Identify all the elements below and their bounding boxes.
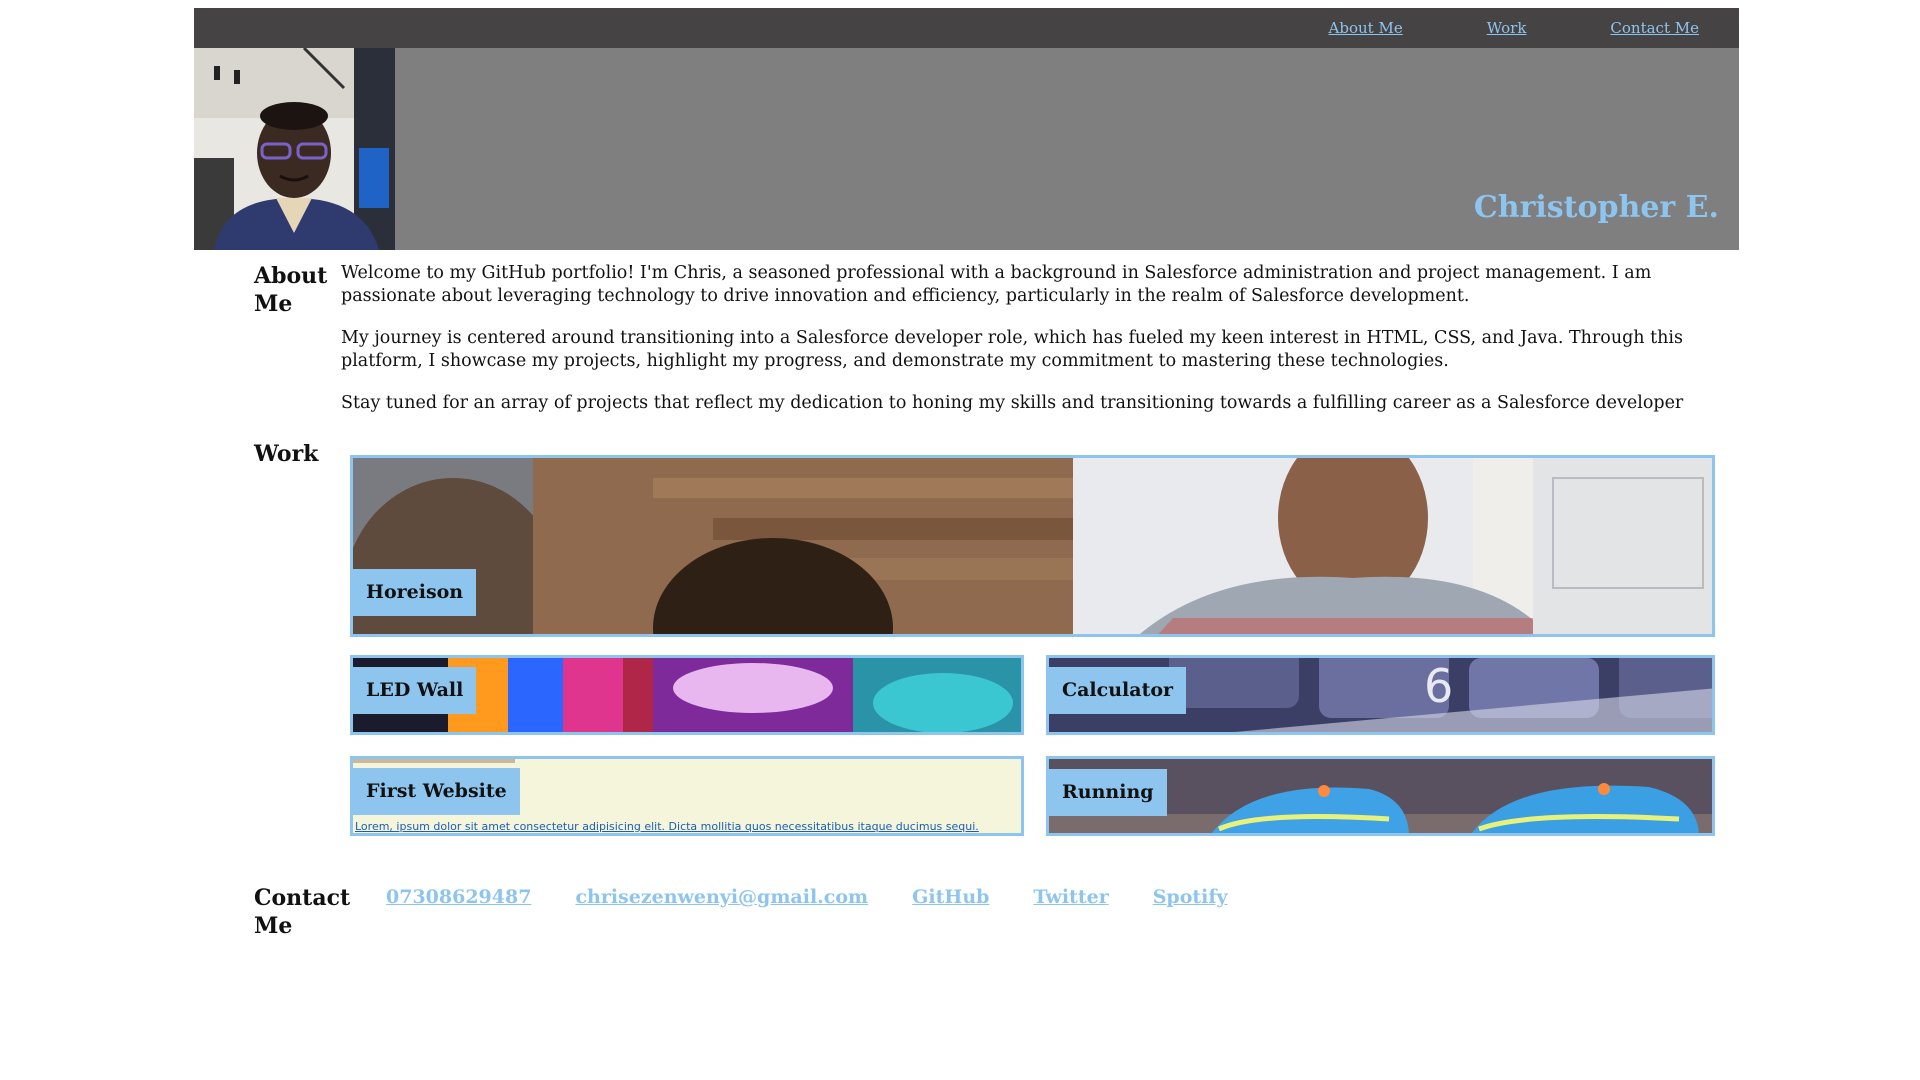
- project-card-horeison[interactable]: Horeison: [350, 455, 1715, 637]
- project-card-led-wall[interactable]: LED Wall: [350, 655, 1024, 735]
- project-image-horeison: [353, 458, 1712, 634]
- about-paragraph-1: Welcome to my GitHub portfolio! I'm Chri…: [341, 263, 1652, 306]
- about-body: Welcome to my GitHub portfolio! I'm Chri…: [341, 262, 1701, 434]
- project-label-led-wall: LED Wall: [353, 667, 477, 714]
- contact-links: 07308629487 chrisezenwenyi@gmail.com Git…: [386, 886, 1228, 908]
- contact-title: Contact Me: [254, 885, 351, 939]
- about-title: About Me: [254, 263, 328, 317]
- nav-link-work[interactable]: Work: [1487, 19, 1527, 37]
- nav-link-about[interactable]: About Me: [1329, 19, 1403, 37]
- project-card-calculator[interactable]: 6 Calculator: [1046, 655, 1715, 735]
- about-paragraph-2: My journey is centered around transition…: [341, 328, 1684, 371]
- project-label-calculator: Calculator: [1049, 667, 1187, 714]
- project-caption-first-website[interactable]: Lorem, ipsum dolor sit amet consectetur …: [355, 820, 979, 833]
- contact-twitter-link[interactable]: Twitter: [1033, 886, 1108, 908]
- svg-text:6: 6: [1424, 659, 1453, 713]
- project-card-running[interactable]: Running: [1046, 756, 1715, 836]
- project-label-horeison: Horeison: [353, 569, 477, 616]
- top-nav: About Me Work Contact Me: [194, 8, 1739, 48]
- project-label-first-website: First Website: [353, 768, 520, 815]
- about-paragraph-3: Stay tuned for an array of projects that…: [341, 393, 1684, 413]
- contact-phone-link[interactable]: 07308629487: [386, 886, 531, 908]
- page: About Me Work Contact Me Christopher E.: [194, 8, 1739, 250]
- nav-link-contact[interactable]: Contact Me: [1610, 19, 1699, 37]
- work-title: Work: [254, 441, 319, 467]
- project-label-running: Running: [1049, 769, 1167, 816]
- hero-banner: Christopher E.: [194, 48, 1739, 250]
- profile-photo: [194, 48, 395, 250]
- contact-github-link[interactable]: GitHub: [912, 886, 989, 908]
- contact-email-link[interactable]: chrisezenwenyi@gmail.com: [575, 886, 868, 908]
- contact-spotify-link[interactable]: Spotify: [1153, 886, 1228, 908]
- project-card-first-website[interactable]: First Website Lorem, ipsum dolor sit ame…: [350, 756, 1024, 836]
- hero-name: Christopher E.: [1473, 190, 1719, 225]
